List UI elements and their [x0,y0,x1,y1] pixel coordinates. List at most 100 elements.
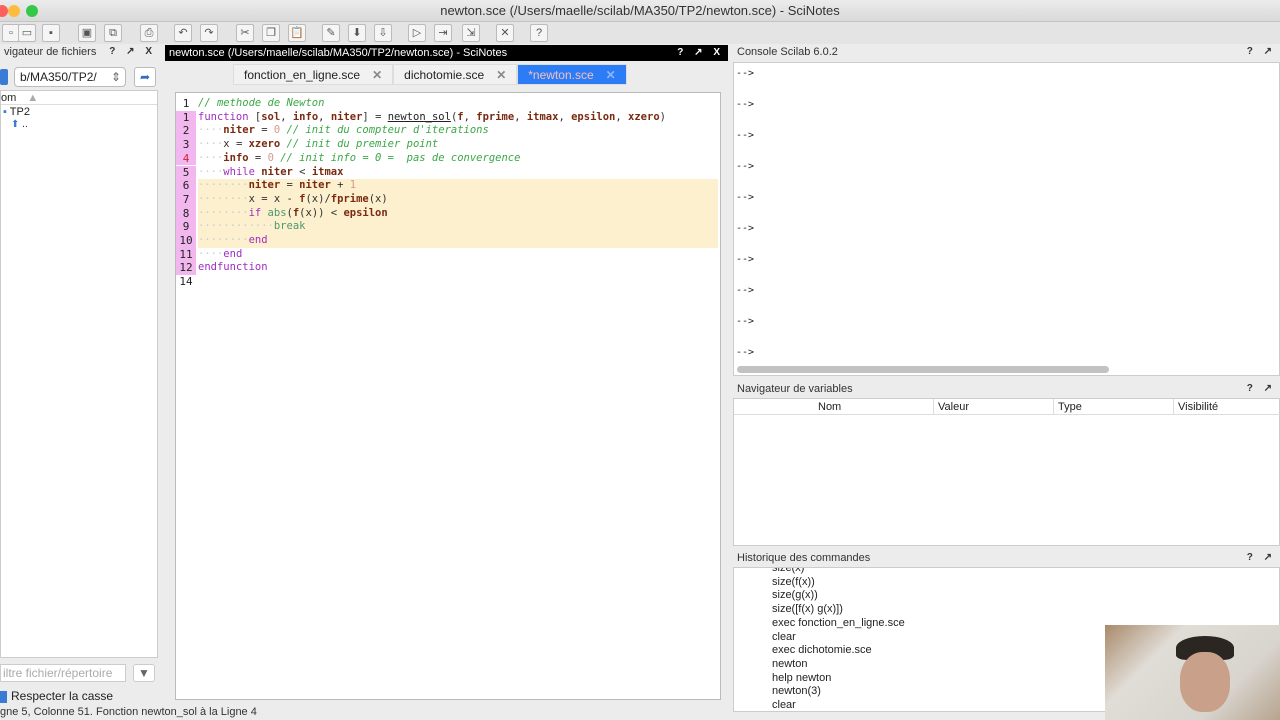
run-icon[interactable]: ▷ [408,24,426,42]
column-header-type[interactable]: Type [1054,399,1174,415]
tab-label: fonction_en_ligne.sce [244,68,361,82]
code-line[interactable]: // methode de Newton [198,97,718,111]
close-tab-icon[interactable]: ✕ [606,65,616,84]
line-number: 1 [182,97,190,110]
edit-icon[interactable]: ✎ [322,24,340,42]
code-token: , [514,110,527,123]
code-line[interactable]: ········end [198,234,718,248]
code-token: ········ [198,206,249,219]
close-tab-icon[interactable]: ✕ [372,65,382,84]
undo-icon[interactable]: ↶ [174,24,192,42]
filter-icon[interactable]: ▼ [133,664,155,682]
code-line[interactable]: ············break [198,220,718,234]
code-line[interactable]: ········niter = niter + 1 [198,179,718,193]
code-line[interactable]: ····niter = 0 // init du compteur d'iter… [198,124,718,138]
close-tab-icon[interactable]: ✕ [496,65,506,84]
parent-directory-button[interactable]: ➦ [134,67,156,87]
maximize-window-button[interactable] [26,5,38,17]
code-token: , [280,110,293,123]
history-item[interactable]: size([f(x) g(x)]) [772,603,843,617]
filter-input[interactable]: iltre fichier/répertoire [0,664,126,682]
code-line[interactable]: endfunction [198,261,718,275]
tools-icon[interactable]: ✕ [496,24,514,42]
save-icon[interactable]: ▣ [78,24,96,42]
panel-buttons[interactable]: ? ↗ [1247,44,1276,60]
history-item[interactable]: clear [772,631,796,645]
case-sensitive-checkbox[interactable]: Respecter la casse [0,688,113,704]
redo-icon[interactable]: ↷ [200,24,218,42]
history-item[interactable]: exec fonction_en_ligne.sce [772,617,905,631]
history-item[interactable]: size(f(x)) [772,576,815,590]
code-token: fprime [330,192,369,205]
tab--newton-sce[interactable]: *newton.sce ✕ [517,64,627,85]
copy-icon[interactable]: ❐ [262,24,280,42]
col-label: Valeur [938,401,969,413]
variable-table[interactable]: Nom Valeur Type Visibilité [733,398,1280,546]
code-token: if [248,206,268,219]
line-number: 3 [176,138,196,152]
tree-item[interactable]: ▪ TP2 [1,105,157,119]
console-prompt: --> [736,68,755,79]
column-header-visibilite[interactable]: Visibilité [1174,399,1280,415]
code-line[interactable]: ····end [198,248,718,262]
panel-buttons[interactable]: ? ↗ [1247,381,1276,397]
line-number: 4 [176,151,196,166]
execute-icon[interactable]: ⇩ [374,24,392,42]
history-item[interactable]: exec dichotomie.sce [772,644,872,658]
run-till-cursor-icon[interactable]: ⇲ [462,24,480,42]
history-item[interactable]: newton(3) [772,685,821,699]
history-item[interactable]: size(g(x)) [772,589,818,603]
code-token: , [318,110,331,123]
minimize-window-button[interactable] [8,5,20,17]
column-header-valeur[interactable]: Valeur [934,399,1054,415]
tab-fonction-en-ligne-sce[interactable]: fonction_en_ligne.sce ✕ [233,64,394,85]
code-token: < [292,165,312,178]
paste-icon[interactable]: 📋 [288,24,306,42]
editor-header: newton.sce (/Users/maelle/scilab/MA350/T… [165,45,728,61]
close-window-button[interactable] [0,5,8,17]
help-icon[interactable]: ? [530,24,548,42]
code-line[interactable]: ····x = xzero // init du premier point [198,138,718,152]
console-prompt: --> [736,223,755,234]
console[interactable]: --> --> --> --> --> --> --> --> --> --> [733,62,1280,376]
code-token: abs [267,206,287,219]
history-item[interactable]: clear [772,699,796,711]
open-file-icon[interactable]: ▭ [18,24,36,42]
code-line[interactable]: ····while niter < itmax [198,166,718,180]
folder-icon[interactable] [0,69,8,85]
tree-column-header[interactable]: om ▲ [1,91,157,105]
panel-buttons[interactable]: ? ↗ X [109,44,156,60]
load-icon[interactable]: ⬇ [348,24,366,42]
code-token: while [223,165,262,178]
tree-item[interactable]: ⬆ .. [1,119,157,131]
print-icon[interactable]: ⎙ [140,24,158,42]
history-item[interactable]: help newton [772,672,831,686]
save-as-icon[interactable]: ⧉ [104,24,122,42]
code-token: fprime [476,110,515,123]
run-with-echo-icon[interactable]: ⇥ [434,24,452,42]
column-header-nom[interactable]: Nom [734,399,934,415]
code-line[interactable] [198,275,718,289]
console-scrollbar[interactable] [737,366,1109,373]
history-item[interactable]: size(x) [772,568,804,576]
cut-icon[interactable]: ✂ [236,24,254,42]
panel-buttons[interactable]: ? ↗ X [677,45,724,61]
tab-label: *newton.sce [528,68,594,82]
panel-buttons[interactable]: ? ↗ [1247,550,1276,566]
file-tree[interactable]: om ▲ ▪ TP2 ⬆ .. [0,90,158,658]
code-token: , [463,110,477,123]
history-item[interactable]: newton [772,658,807,672]
code-line[interactable]: ········x = x - f(x)/fprime(x) [198,192,718,207]
code-line[interactable]: function [sol, info, niter] = newton_sol… [198,111,718,125]
code-editor[interactable]: 1 1 2 3 4 5 6 7 8 9 10 11 12 14// methode de Newton fu… [175,92,721,700]
tab-dichotomie-sce[interactable]: dichotomie.sce ✕ [393,64,518,85]
code-line[interactable]: ····info = 0 // init info = 0 = pas de c… [198,152,718,166]
file-browser-header: vigateur de fichiers ? ↗ X [0,44,160,60]
checkbox-checked-icon [0,690,7,703]
code-token: epsilon [571,110,616,123]
console-prompt: --> [736,254,755,265]
open-folder-icon[interactable]: ▪ [42,24,60,42]
code-line[interactable]: ········if abs(f(x)) < epsilon [198,206,718,221]
code-token: newton_sol [387,110,451,123]
path-select[interactable]: b/MA350/TP2/ ⇕ [14,67,126,87]
